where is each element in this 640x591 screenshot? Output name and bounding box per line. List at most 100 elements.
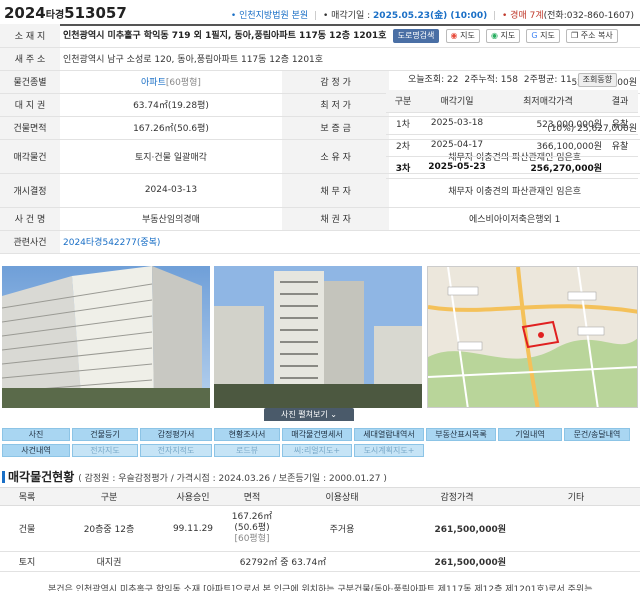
new-address-label: 새 주 소 <box>0 47 60 71</box>
case-number: 2024타경513057 <box>4 4 127 22</box>
doc-schedule-button[interactable]: 기일내역 <box>498 428 562 441</box>
casename-value: 부동산임의경매 <box>60 207 282 231</box>
map-icon: ◉ <box>450 30 458 40</box>
photo-strip <box>0 266 640 411</box>
status-area: 167.26㎡ (50.6평) [60평형] <box>222 505 282 552</box>
doc-city-plan-button[interactable]: 도시계획지도+ <box>354 444 424 457</box>
status-header: 구분 <box>54 487 164 506</box>
round-row: 1차 2025-03-18 523,000,000원 유찰 <box>386 112 638 135</box>
status-kind: 대지권 <box>54 551 164 572</box>
sale-date: 2025.05.23(金) (10:00) <box>373 11 488 21</box>
sale-rounds-table: 구분 매각기일 최저매각가격 결과 1차 2025-03-18 523,000,… <box>386 90 638 224</box>
rounds-header-no: 구분 <box>386 90 420 113</box>
road-search-button[interactable]: 도로명검색 <box>392 28 440 43</box>
debtor-label: 채 무 자 <box>281 173 390 208</box>
rounds-header-result: 결과 <box>602 90 638 113</box>
location-label: 소 재 지 <box>0 24 60 48</box>
appraisal-label: 감 정 가 <box>281 70 390 94</box>
google-icon: G <box>531 30 538 40</box>
photo-expand-button[interactable]: 사진 펼쳐보기 ⌄ <box>264 408 354 421</box>
status-header: 기타 <box>512 487 640 506</box>
doc-cadastral-map-button[interactable]: 전자지적도 <box>140 444 212 457</box>
round-no: 1차 <box>386 112 420 135</box>
round-no: 2차 <box>386 134 420 157</box>
doc-survey-button[interactable]: 현황조사서 <box>214 428 280 441</box>
case-meta: • 인천지방법원 본원 | • 매각기일 : 2025.05.23(金) (10… <box>230 11 634 21</box>
sale-object-label: 매각물건 <box>0 139 60 174</box>
status-price: 261,500,000원 <box>402 551 512 572</box>
decision-label: 개시결정 <box>0 173 60 208</box>
sale-status-table: 목록 구분 사용승인 면적 이용상태 감정가격 기타 건물 20층중 12층 9… <box>0 487 640 572</box>
doc-case-history-button[interactable]: 사건내역 <box>2 444 70 457</box>
map-button-2[interactable]: ◉ 지도 <box>485 28 521 43</box>
related-case-link[interactable]: 2024타경542277(중복) <box>60 230 640 254</box>
min-price-label: 최 저 가 <box>281 93 390 117</box>
building-area-label: 건물면적 <box>0 116 60 140</box>
round-result: 유찰 <box>602 134 638 157</box>
map-button-1[interactable]: ◉ 지도 <box>445 28 480 43</box>
chevron-down-icon: ⌄ <box>330 410 337 419</box>
status-header: 감정가격 <box>402 487 512 506</box>
doc-e-map-button[interactable]: 전자지도 <box>72 444 138 457</box>
table-row: 건물 20층중 12층 99.11.29 167.26㎡ (50.6평) [60… <box>0 505 640 552</box>
doc-photo-button[interactable]: 사진 <box>2 428 70 441</box>
round-row-current: 3차 2025-05-23 256,270,000원 <box>386 156 638 179</box>
doc-household-button[interactable]: 세대열람내역서 <box>354 428 424 441</box>
round-result: 유찰 <box>602 112 638 135</box>
copy-icon: ❐ <box>570 30 579 40</box>
map-button-3[interactable]: G 지도 <box>526 28 560 43</box>
doc-roadview-button[interactable]: 로드뷰 <box>214 444 280 457</box>
creditor-label: 채 권 자 <box>281 207 390 231</box>
doc-property-list-button[interactable]: 부동산표시목록 <box>426 428 496 441</box>
status-header: 이용상태 <box>282 487 402 506</box>
location-row: 인천광역시 미추홀구 학익동 719 외 1필지, 동아,풍림아파트 117동 … <box>60 24 640 48</box>
new-address-value: 인천광역시 남구 소성로 120, 동아,풍림아파트 117동 12층 1201… <box>60 47 640 71</box>
round-no: 3차 <box>386 156 420 179</box>
casename-label: 사 건 명 <box>0 207 60 231</box>
status-area: 62792㎡ 중 63.74㎡ <box>164 551 402 572</box>
doc-building-registry-button[interactable]: 건물등기 <box>72 428 138 441</box>
round-date: 2025-05-23 <box>420 156 494 179</box>
apartment-photo-2[interactable] <box>214 266 422 408</box>
doc-delivery-button[interactable]: 문건/송달내역 <box>564 428 630 441</box>
status-approval: 99.11.29 <box>164 505 222 552</box>
case-header: 2024타경513057 • 인천지방법원 본원 | • 매각기일 : 2025… <box>0 0 640 26</box>
status-use: 주거용 <box>282 505 402 552</box>
view-trend-button[interactable]: 조회동향 <box>577 73 618 87</box>
doc-real-map-button[interactable]: 씨:리얼지도+ <box>282 444 352 457</box>
view-counts: 오늘조회: 22 2주누적: 158 2주평균: 11 조회동향 <box>386 72 638 88</box>
doc-sale-specification-button[interactable]: 매각물건명세서 <box>282 428 352 441</box>
rounds-header-date: 매각기일 <box>420 90 494 113</box>
land-label: 대 지 권 <box>0 93 60 117</box>
rounds-header-price: 최저매각가격 <box>494 90 602 113</box>
two-week-avg: 2주평균: 11 <box>523 75 572 85</box>
status-kind: 20층중 12층 <box>54 505 164 552</box>
sale-status-title: 매각물건현황( 감정원 : 우슬감정평가 / 가격시점 : 2024.03.26… <box>2 468 387 485</box>
location-map[interactable] <box>427 266 638 408</box>
land-value: 63.74㎡(19.28평) <box>60 93 282 117</box>
apartment-photo-1[interactable] <box>2 266 210 408</box>
round-date: 2025-04-17 <box>420 134 494 157</box>
status-price: 261,500,000원 <box>402 505 512 552</box>
appraisal-summary-text: 본건은 인천광역시 미추홀구 학익동 소재 [아파트]으로서 본 인근에 위치하… <box>48 585 593 591</box>
status-header: 사용승인 <box>164 487 222 506</box>
building-area-value: 167.26㎡(50.6평) <box>60 116 282 140</box>
sale-date-label: • 매각기일 : <box>322 11 371 21</box>
court-name[interactable]: • 인천지방법원 본원 <box>231 11 308 21</box>
sale-object-value: 토지·건물 일괄매각 <box>60 139 282 174</box>
section-bar <box>2 471 5 483</box>
status-header: 면적 <box>222 487 282 506</box>
kind-value: 아파트[60평형] <box>60 70 282 94</box>
round-price: 256,270,000원 <box>494 156 602 179</box>
today-views: 오늘조회: 22 <box>408 75 459 85</box>
related-label: 관련사건 <box>0 230 60 254</box>
deposit-label: 보 증 금 <box>281 116 390 140</box>
doc-appraisal-button[interactable]: 감정평가서 <box>140 428 212 441</box>
copy-address-button[interactable]: ❐ 주소 복사 <box>565 28 618 43</box>
status-list: 건물 <box>0 505 54 552</box>
map-icon: ◉ <box>490 30 498 40</box>
court-phone: (전화:032-860-1607) <box>543 11 634 21</box>
two-week-views: 2주누적: 158 <box>464 75 518 85</box>
round-price: 366,100,000원 <box>494 134 602 157</box>
round-price: 523,000,000원 <box>494 112 602 135</box>
